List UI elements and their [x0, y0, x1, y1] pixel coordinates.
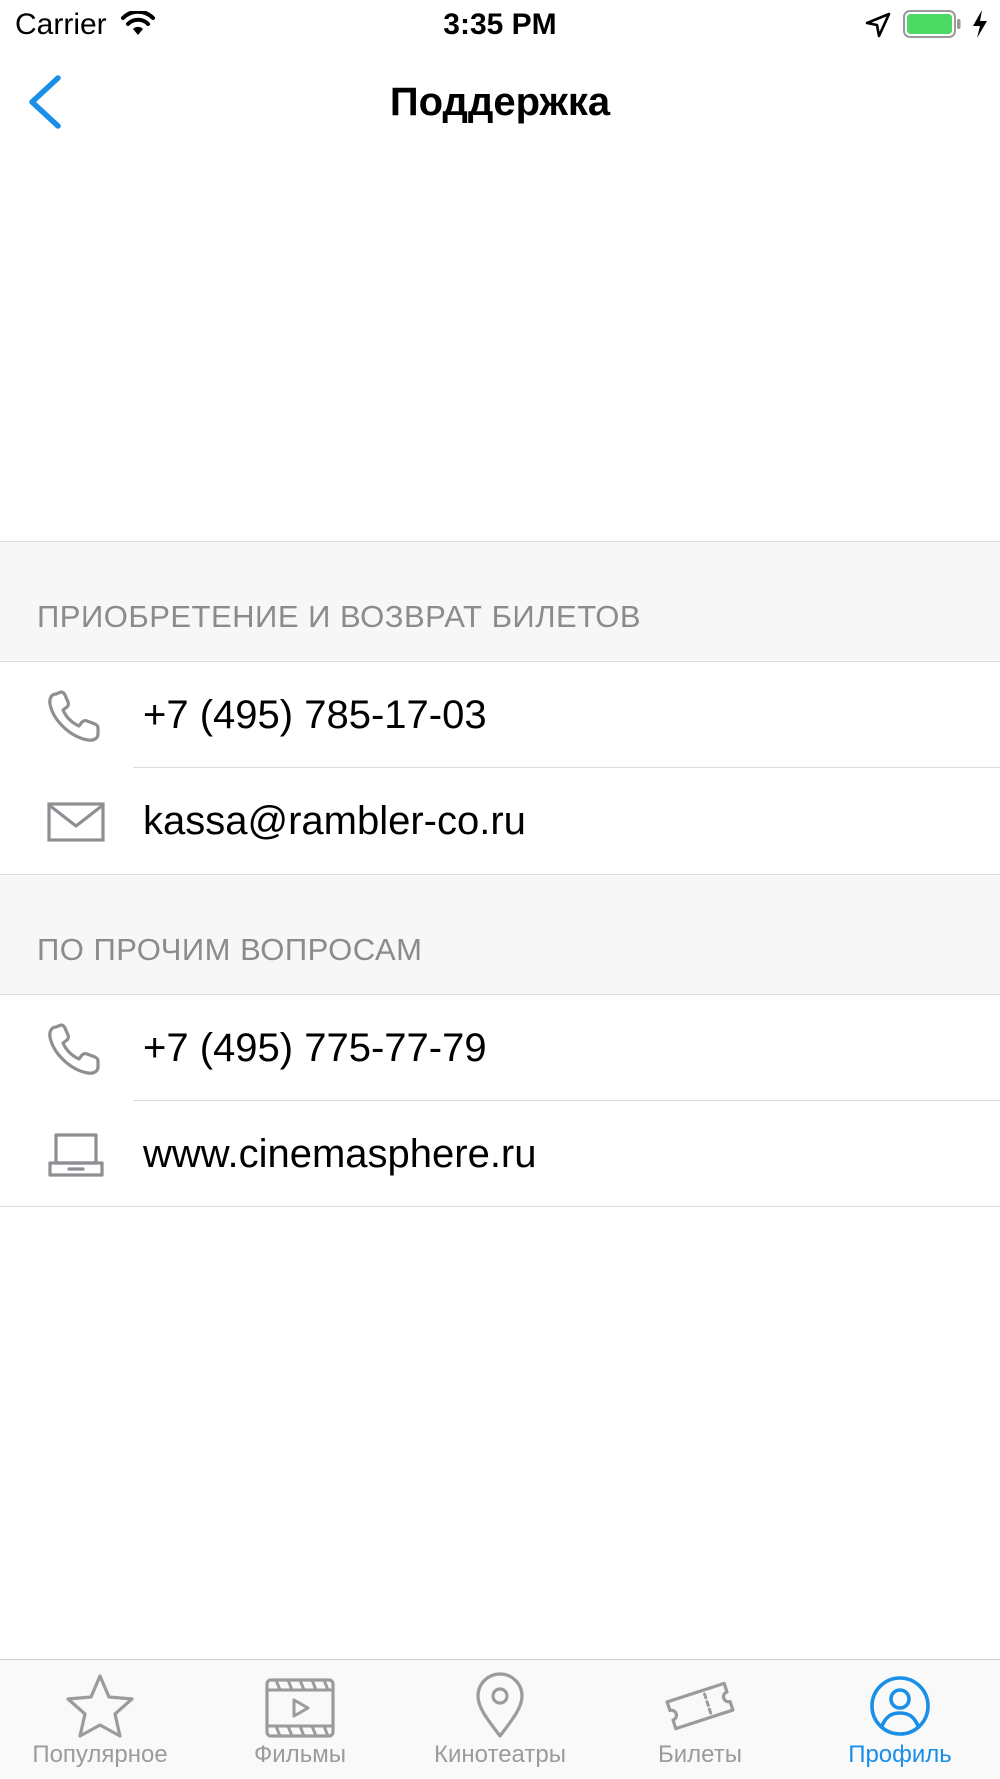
row-email-tickets[interactable]: kassa@rambler-co.ru — [0, 768, 1000, 874]
tab-popular[interactable]: Популярное — [20, 1660, 180, 1779]
phone-icon — [48, 1023, 100, 1075]
clock: 3:35 PM — [443, 8, 557, 41]
status-bar: Carrier 3:35 PM — [0, 0, 1000, 50]
tab-cinemas[interactable]: Кинотеатры — [420, 1660, 580, 1779]
section-header-label: ПРИОБРЕТЕНИЕ И ВОЗВРАТ БИЛЕТОВ — [37, 599, 642, 634]
star-icon — [66, 1674, 134, 1738]
tab-tickets[interactable]: Билеты — [620, 1660, 780, 1779]
phone-icon — [48, 690, 100, 742]
tab-films[interactable]: Фильмы — [220, 1660, 380, 1779]
section-header-tickets: ПРИОБРЕТЕНИЕ И ВОЗВРАТ БИЛЕТОВ — [0, 541, 1000, 662]
tab-bar: Популярное Фильмы Кинотеатры Билеты Проф… — [0, 1659, 1000, 1778]
charging-bolt-icon — [973, 10, 987, 38]
mail-icon — [47, 802, 105, 842]
location-arrow-icon — [865, 12, 891, 38]
battery-icon — [903, 10, 961, 38]
profile-icon — [870, 1676, 930, 1736]
section-header-other: ПО ПРОЧИМ ВОПРОСАМ — [0, 874, 1000, 995]
laptop-icon — [48, 1133, 104, 1177]
tab-label: Профиль — [848, 1741, 952, 1768]
tab-profile[interactable]: Профиль — [820, 1660, 980, 1779]
location-pin-icon — [476, 1672, 524, 1738]
page-title: Поддержка — [389, 80, 611, 124]
phone-number: +7 (495) 775-77-79 — [143, 1026, 487, 1070]
row-website[interactable]: www.cinemasphere.ru — [0, 1101, 1000, 1207]
row-phone-other[interactable]: +7 (495) 775-77-79 — [0, 995, 1000, 1101]
ticket-icon — [665, 1681, 735, 1731]
website-link: www.cinemasphere.ru — [143, 1132, 537, 1176]
phone-number: +7 (495) 785-17-03 — [143, 693, 487, 737]
email-address: kassa@rambler-co.ru — [143, 799, 526, 843]
film-icon — [265, 1678, 335, 1738]
section-header-label: ПО ПРОЧИМ ВОПРОСАМ — [37, 932, 423, 967]
row-phone-tickets[interactable]: +7 (495) 785-17-03 — [0, 662, 1000, 768]
separator — [0, 1206, 1000, 1207]
navigation-bar: Поддержка — [0, 50, 1000, 154]
